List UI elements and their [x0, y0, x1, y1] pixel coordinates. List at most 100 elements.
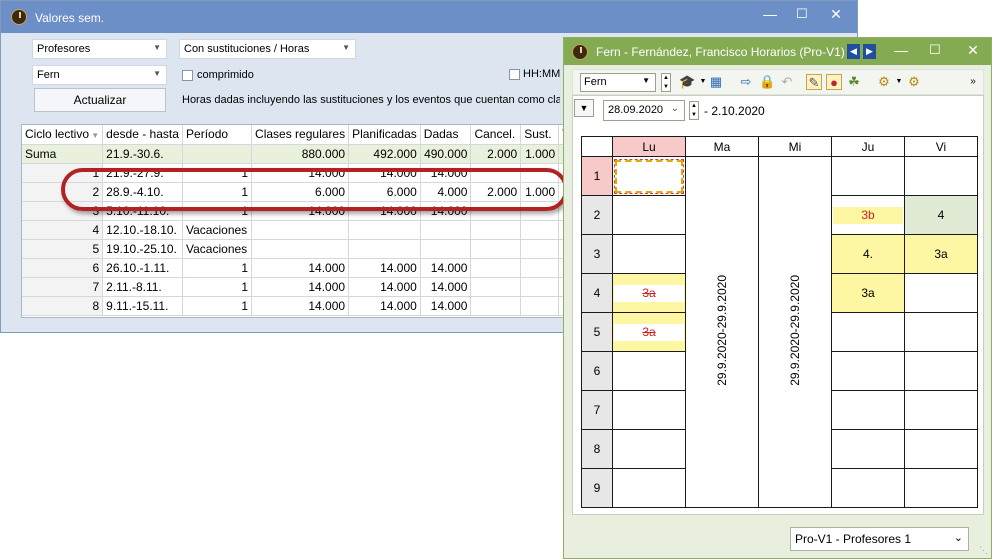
mode-select-value: Con sustituciones / Horas [184, 43, 310, 55]
app-clock-icon [572, 44, 588, 60]
lesson-cell[interactable] [904, 468, 978, 508]
column-header[interactable]: Sust. [520, 125, 560, 145]
lesson-cell[interactable] [904, 273, 978, 313]
period-number[interactable]: 3 [581, 234, 613, 274]
undo-icon[interactable]: ↶ [779, 74, 795, 90]
lesson-cell[interactable] [612, 390, 686, 430]
spinner-icon[interactable]: ▲ ▼ [689, 101, 699, 120]
gear-icon[interactable]: ⚙ [906, 74, 922, 90]
resize-grip-icon[interactable]: ⋱ [979, 545, 988, 556]
cell: 6 [22, 258, 104, 278]
update-button[interactable]: Actualizar [34, 88, 166, 112]
column-header[interactable]: Planificadas [348, 125, 421, 145]
day-header-vi[interactable]: Vi [904, 136, 978, 157]
close-icon[interactable]: ✕ [956, 38, 990, 62]
lesson-cell[interactable] [831, 390, 905, 430]
column-header[interactable]: Período [182, 125, 253, 145]
table-row[interactable]: 7 2.11.-8.11. 1 14.000 14.000 14.000 [22, 277, 580, 297]
type-select[interactable]: Profesores ▼ [32, 39, 167, 59]
lesson-cell[interactable] [612, 195, 686, 235]
table-row[interactable]: 5 19.10.-25.10. Vacaciones [22, 239, 580, 259]
lesson-cell[interactable]: 3a [612, 273, 686, 313]
table-row[interactable]: 4 12.10.-18.10. Vacaciones [22, 220, 580, 240]
column-header[interactable]: Ciclo lectivo ▼ [22, 125, 104, 145]
teacher-select[interactable]: Fern ▼ [32, 65, 167, 85]
column-header[interactable]: Clases regulares [251, 125, 350, 145]
period-number[interactable]: 5 [581, 312, 613, 352]
lesson-cell[interactable] [612, 234, 686, 274]
grid-settings-icon[interactable]: ▦ [708, 74, 724, 90]
holiday-cell-mi[interactable]: 29.9.2020-29.9.2020 [758, 156, 832, 508]
lesson-cell[interactable] [831, 429, 905, 469]
overflow-chevron-icon[interactable]: » [965, 74, 981, 90]
lesson-cell-selected[interactable] [612, 156, 686, 196]
cell: 21.9.-30.6. [102, 144, 184, 164]
lesson-cell[interactable] [612, 429, 686, 469]
close-icon[interactable]: ✕ [819, 1, 853, 27]
period-number[interactable]: 6 [581, 351, 613, 391]
mode-select[interactable]: Con sustituciones / Horas ▼ [179, 39, 356, 59]
column-header[interactable]: desde - hasta [102, 125, 184, 145]
date-picker[interactable]: 28.09.2020 ⌄ [603, 100, 685, 121]
lesson-cell[interactable] [612, 351, 686, 391]
minimize-icon[interactable]: — [753, 1, 787, 27]
lesson-cell[interactable]: 4 [904, 195, 978, 235]
lesson-cell[interactable] [831, 351, 905, 391]
chevron-down-icon: ⌄ [953, 532, 963, 544]
holiday-cell-ma[interactable]: 29.9.2020-29.9.2020 [685, 156, 759, 508]
format-select[interactable]: Pro-V1 - Profesores 1 ⌄ [790, 527, 969, 551]
previous-arrow-icon[interactable]: ◀ [847, 44, 860, 59]
minimize-icon[interactable]: — [884, 38, 918, 62]
cell: 9.11.-15.11. [102, 296, 184, 316]
compressed-checkbox[interactable] [182, 70, 193, 81]
lesson-cell[interactable] [904, 351, 978, 391]
teacher-select[interactable]: Fern ▼ [580, 73, 656, 92]
cell: 1 [182, 258, 253, 278]
maximize-icon[interactable]: ☐ [918, 38, 952, 62]
export-icon[interactable]: ⇨ [738, 74, 754, 90]
table-row[interactable]: Suma 21.9.-30.6. 880.000 492.000 490.000… [22, 144, 580, 164]
lesson-cell[interactable] [904, 312, 978, 352]
lesson-cell[interactable]: 3a [904, 234, 978, 274]
period-number[interactable]: 9 [581, 468, 613, 508]
period-number[interactable]: 2 [581, 195, 613, 235]
lock-icon[interactable]: 🔒 [759, 74, 775, 90]
timetable-panel: ▼ 28.09.2020 ⌄ ▲ ▼ - 2.10.2020 Lu Ma Mi J… [572, 95, 984, 515]
graduation-cap-icon[interactable]: 🎓 [679, 74, 695, 90]
lesson-cell[interactable]: 3b [831, 195, 905, 235]
lesson-cell[interactable] [831, 312, 905, 352]
period-number[interactable]: 1 [581, 156, 613, 196]
lesson-cell[interactable] [904, 429, 978, 469]
day-header-mi[interactable]: Mi [758, 136, 832, 157]
lesson-cell[interactable] [612, 468, 686, 508]
day-header-lu[interactable]: Lu [612, 136, 686, 157]
period-number[interactable]: 8 [581, 429, 613, 469]
lesson-cell[interactable] [904, 390, 978, 430]
lesson-cell[interactable]: 3a [831, 273, 905, 313]
collapse-toggle-icon[interactable]: ▼ [574, 99, 594, 117]
column-header[interactable]: Dadas [420, 125, 472, 145]
lesson-cell[interactable] [831, 156, 905, 196]
period-number[interactable]: 7 [581, 390, 613, 430]
next-arrow-icon[interactable]: ▶ [863, 44, 876, 59]
period-number[interactable]: 4 [581, 273, 613, 313]
edit-pencil-icon[interactable]: ✎ [806, 74, 822, 90]
maximize-icon[interactable]: ☐ [785, 1, 819, 27]
day-header-ju[interactable]: Ju [831, 136, 905, 157]
cell: 14.000 [251, 296, 350, 316]
pin-icon[interactable]: ● [826, 74, 842, 90]
lesson-cell[interactable]: 4. [831, 234, 905, 274]
lesson-cell[interactable] [831, 468, 905, 508]
spinner-icon[interactable]: ▲ ▼ [661, 73, 671, 92]
table-row[interactable]: 6 26.10.-1.11. 1 14.000 14.000 14.000 [22, 258, 580, 278]
table-row[interactable]: 8 9.11.-15.11. 1 14.000 14.000 14.000 [22, 296, 580, 316]
lesson-cell[interactable] [904, 156, 978, 196]
people-icon[interactable]: ☘ [846, 74, 862, 90]
settings-icon[interactable]: ⚙ [876, 74, 892, 90]
hhmm-checkbox[interactable] [509, 69, 520, 80]
dropdown-arrow-icon[interactable]: ▼ [891, 74, 907, 90]
lesson-cell[interactable]: 3a [612, 312, 686, 352]
column-header[interactable]: Cancel. [470, 125, 522, 145]
day-header-ma[interactable]: Ma [685, 136, 759, 157]
cell [470, 296, 522, 316]
